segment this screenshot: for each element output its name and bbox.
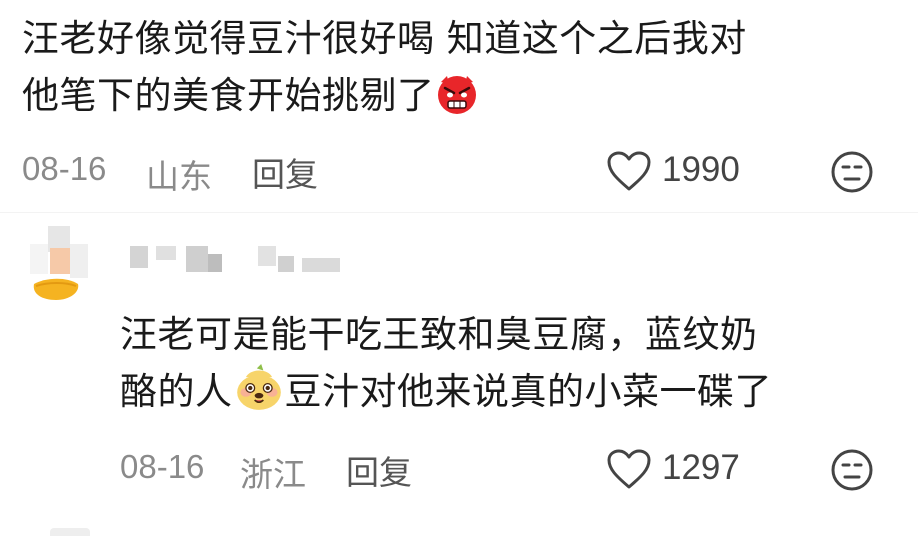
reply-reply-button[interactable]: 回复: [346, 446, 412, 494]
like-heart-icon[interactable]: [606, 448, 652, 490]
reply-like-count: 1297: [662, 448, 740, 487]
comment-date: 08-16: [22, 150, 107, 187]
reply-text: 汪老可是能干吃王致和臭豆腐，蓝纹奶 酪的人 豆汁对他来说真的小菜一碟了: [120, 306, 900, 420]
reply-line-1: 汪老可是能干吃王致和臭豆腐，蓝纹奶: [120, 313, 758, 356]
reply-line-2a: 酪的人: [120, 370, 233, 413]
angry-face-icon: [437, 76, 476, 114]
reply-date: 08-16: [120, 448, 205, 485]
reply-line-2b: 豆汁对他来说真的小菜一碟了: [284, 370, 772, 413]
comment-text: 汪老好像觉得豆汁很好喝 知道这个之后我对 他笔下的美食开始挑剔了: [22, 10, 892, 124]
like-heart-icon[interactable]: [606, 150, 652, 192]
divider: [0, 212, 918, 213]
dog-face-icon: [236, 364, 281, 410]
comment-reply-button[interactable]: 回复: [252, 148, 318, 196]
comment-like-count: 1990: [662, 150, 740, 189]
comment-line-2-text: 他笔下的美食开始挑剔了: [22, 74, 435, 117]
reply-avatar[interactable]: [30, 226, 90, 304]
dislike-face-icon[interactable]: [830, 150, 874, 194]
dislike-face-icon[interactable]: [830, 448, 874, 492]
reply-location: 浙江: [240, 455, 306, 494]
reply-line-2: 酪的人 豆汁对他来说真的小菜一碟了: [120, 363, 900, 420]
comment-line-1: 汪老好像觉得豆汁很好喝 知道这个之后我对: [22, 17, 747, 60]
comment-location: 山东: [146, 157, 212, 196]
comment-line-2: 他笔下的美食开始挑剔了: [22, 67, 892, 124]
next-item-avatar-hint: [50, 528, 90, 536]
reply-username-blurred[interactable]: [130, 246, 350, 276]
